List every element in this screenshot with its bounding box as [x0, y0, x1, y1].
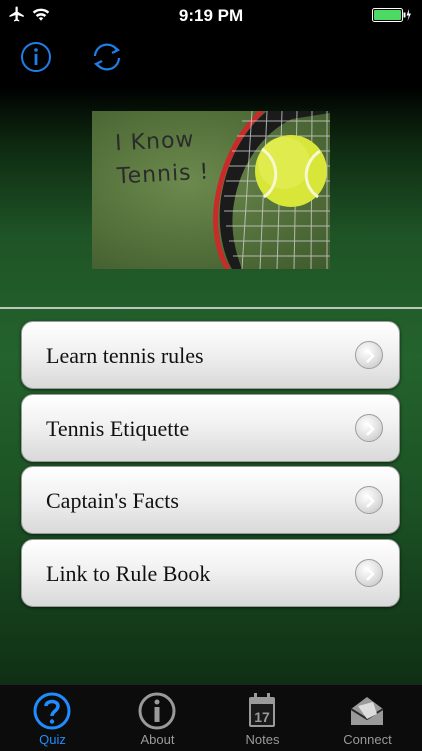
tab-label: Quiz: [39, 732, 66, 747]
menu-item-captains-facts[interactable]: Captain's Facts: [21, 466, 400, 534]
chevron-right-icon: [355, 414, 383, 442]
divider: [0, 307, 422, 309]
tab-quiz[interactable]: Quiz: [0, 685, 105, 751]
hero-title: I Know Tennis !: [114, 123, 210, 194]
hero-image: I Know Tennis !: [92, 111, 330, 269]
refresh-button[interactable]: [86, 36, 128, 78]
menu-item-label: Link to Rule Book: [46, 561, 211, 586]
chevron-right-icon: [355, 486, 383, 514]
tab-about[interactable]: About: [105, 685, 210, 751]
calendar-badge: 17: [254, 709, 270, 725]
nav-bar: [0, 30, 422, 87]
calendar-icon: 17: [249, 693, 275, 727]
tab-label: Connect: [343, 732, 392, 747]
envelope-icon: [350, 697, 384, 725]
status-bar: 9:19 PM: [0, 0, 422, 30]
chevron-right-icon: [355, 341, 383, 369]
status-time: 9:19 PM: [178, 6, 244, 25]
main-content: I Know Tennis ! Learn tennis rules Tenni…: [0, 86, 422, 684]
menu-item-learn-rules[interactable]: Learn tennis rules: [21, 321, 400, 389]
info-circle-icon: [21, 42, 51, 72]
hero-line-2: Tennis !: [116, 159, 210, 190]
info-button[interactable]: [15, 36, 57, 78]
menu-item-label: Captain's Facts: [46, 488, 179, 513]
tab-connect[interactable]: Connect: [315, 685, 420, 751]
info-icon: [138, 692, 176, 730]
battery-icon: [372, 8, 411, 22]
tab-bar: Quiz About 17 Notes Connect: [0, 684, 422, 751]
menu-item-etiquette[interactable]: Tennis Etiquette: [21, 394, 400, 462]
tab-notes[interactable]: 17 Notes: [210, 685, 315, 751]
menu-item-label: Learn tennis rules: [46, 343, 204, 368]
question-icon: [33, 692, 71, 730]
tab-label: Notes: [245, 732, 280, 747]
hero-line-1: I Know: [114, 127, 196, 157]
menu-item-rule-book-link[interactable]: Link to Rule Book: [21, 539, 400, 607]
chevron-right-icon: [355, 559, 383, 587]
tab-label: About: [140, 732, 175, 747]
refresh-icon: [93, 43, 121, 71]
menu-item-label: Tennis Etiquette: [46, 416, 190, 441]
